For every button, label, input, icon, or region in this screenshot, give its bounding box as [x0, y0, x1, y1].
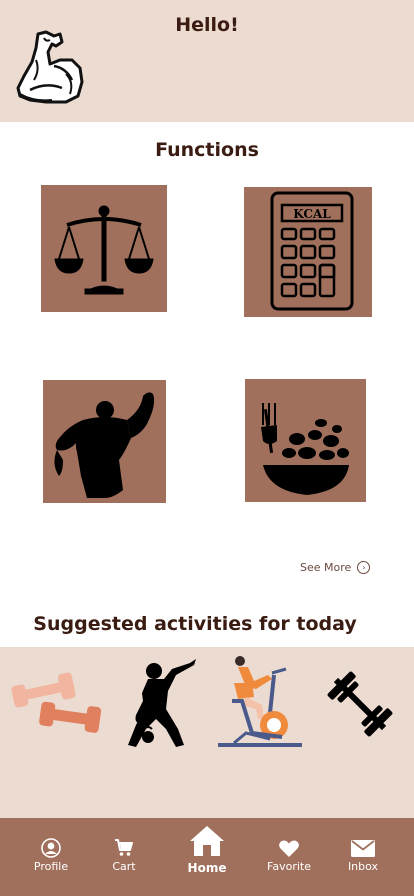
- mail-icon: [323, 840, 403, 857]
- tab-profile[interactable]: Profile: [11, 818, 91, 896]
- tab-home-label: Home: [187, 861, 227, 875]
- barbell-icon: [327, 671, 393, 737]
- nutrition-function-tile[interactable]: [245, 379, 366, 502]
- tab-inbox[interactable]: Inbox: [323, 818, 403, 896]
- food-bowl-icon: [261, 403, 349, 495]
- home-icon: [167, 824, 247, 858]
- balance-scale-icon: [54, 205, 154, 295]
- tab-home[interactable]: Home: [167, 818, 247, 896]
- functions-title: Functions: [155, 139, 259, 161]
- bodybuilder-icon: [54, 392, 155, 498]
- scale-function-tile[interactable]: [41, 185, 167, 312]
- heart-icon: [249, 839, 329, 858]
- tab-inbox-label: Inbox: [347, 860, 379, 873]
- workout-function-tile[interactable]: [43, 380, 166, 503]
- tab-cart-label: Cart: [112, 860, 136, 873]
- bottom-tab-bar: Profile Cart Home Favorite Inbox: [0, 818, 414, 896]
- tab-favorite[interactable]: Favorite: [249, 818, 329, 896]
- flexed-arm-logo-icon: [16, 30, 84, 104]
- tab-cart[interactable]: Cart: [84, 818, 164, 896]
- activity-kettlebell-workout[interactable]: [122, 657, 200, 749]
- header: Hello!: [0, 0, 414, 122]
- see-more-label: See More: [300, 561, 352, 574]
- cart-icon: [84, 838, 164, 858]
- chevron-right-icon: ›: [357, 561, 371, 574]
- svg-text:KCAL: KCAL: [293, 207, 331, 221]
- tab-profile-label: Profile: [33, 860, 69, 873]
- user-icon: [11, 838, 91, 858]
- activity-dumbbells[interactable]: [8, 667, 103, 735]
- suggested-activities-strip: [0, 647, 414, 818]
- kettlebell-workout-icon: [128, 659, 196, 747]
- tab-favorite-label: Favorite: [267, 860, 311, 873]
- calculator-icon: KCAL: [270, 191, 354, 311]
- activity-exercise-bike[interactable]: [212, 653, 304, 751]
- activity-barbell[interactable]: [322, 665, 398, 743]
- dumbbells-icon: [11, 672, 102, 733]
- suggested-activities-title: Suggested activities for today: [33, 613, 357, 635]
- calorie-calculator-tile[interactable]: KCAL: [244, 187, 372, 317]
- see-more-link[interactable]: See More ›: [300, 561, 371, 574]
- exercise-bike-icon: [218, 656, 302, 747]
